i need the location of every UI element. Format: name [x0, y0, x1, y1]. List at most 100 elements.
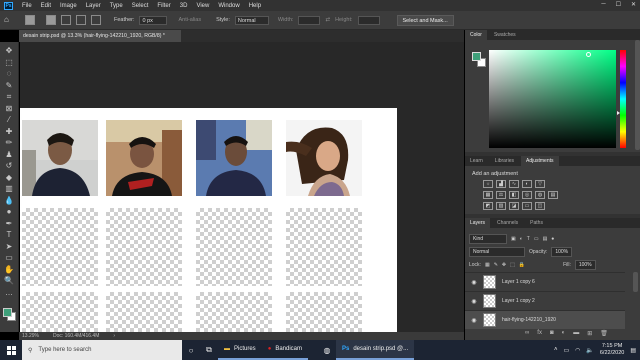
brush-tool-icon[interactable]: ✏ — [3, 137, 15, 149]
lock-artboard-icon[interactable]: ⬚ — [510, 262, 515, 268]
filter-pixel-icon[interactable]: ▣ — [511, 236, 516, 242]
eyedropper-tool-icon[interactable]: ⁄ — [3, 114, 15, 126]
threshold-icon[interactable]: ◪ — [509, 202, 519, 210]
new-selection-icon[interactable] — [46, 15, 56, 25]
tab-layers[interactable]: Layers — [465, 218, 491, 228]
color-field[interactable] — [489, 50, 616, 148]
start-button[interactable] — [0, 340, 22, 360]
volume-icon[interactable]: 🔈 — [586, 347, 593, 354]
menu-file[interactable]: File — [22, 3, 32, 9]
layer-kind-filter[interactable]: Kind — [469, 234, 507, 244]
lock-move-icon[interactable]: ✥ — [502, 262, 506, 268]
filter-type-icon[interactable]: T — [527, 236, 530, 242]
path-select-tool-icon[interactable]: ➤ — [3, 241, 15, 253]
taskbar-app-pictures[interactable]: ▬ Pictures — [218, 340, 262, 360]
feather-input[interactable]: 0 px — [139, 15, 168, 25]
canvas-area[interactable] — [20, 42, 464, 332]
layer-name[interactable]: Layer 1 copy 2 — [502, 298, 535, 304]
document-tab[interactable]: desain strip.psd @ 13.3% (hair-flying-14… — [19, 30, 181, 42]
menu-filter[interactable]: Filter — [157, 3, 170, 9]
clone-stamp-tool-icon[interactable]: ♟ — [3, 149, 15, 161]
lock-paint-icon[interactable]: ✎ — [494, 262, 498, 268]
menu-edit[interactable]: Edit — [41, 3, 51, 9]
tab-learn[interactable]: Learn — [465, 156, 488, 166]
style-select[interactable]: Normal — [234, 15, 269, 25]
crop-tool-icon[interactable]: ⌗ — [3, 91, 15, 103]
healing-brush-tool-icon[interactable]: ✚ — [3, 126, 15, 138]
visibility-eye-icon[interactable]: ◉ — [465, 317, 483, 324]
menu-window[interactable]: Window — [218, 3, 239, 9]
zoom-tool-icon[interactable]: 🔍 — [3, 275, 15, 287]
width-input[interactable] — [298, 15, 321, 25]
marquee-tool-icon[interactable]: ⬚ — [3, 57, 15, 69]
taskbar-search[interactable]: ⚲ Type here to search — [22, 340, 182, 360]
new-adjustment-icon[interactable]: ◐ — [562, 330, 566, 337]
home-icon[interactable]: ⌂ — [4, 15, 14, 25]
photo-filter-icon[interactable]: ◎ — [522, 191, 532, 199]
tab-swatches[interactable]: Swatches — [489, 30, 521, 40]
cortana-icon[interactable]: ○ — [182, 340, 200, 360]
color-balance-icon[interactable]: ⚖ — [496, 191, 506, 199]
minimize-icon[interactable]: ─ — [601, 1, 605, 8]
selective-color-icon[interactable]: ◫ — [535, 202, 545, 210]
type-tool-icon[interactable]: T — [3, 229, 15, 241]
visibility-eye-icon[interactable]: ◉ — [465, 298, 483, 305]
clock[interactable]: 7:15 PM 6/22/2020 — [600, 343, 624, 357]
layer-row[interactable]: ◉ Layer 1 copy 2 — [465, 291, 625, 310]
antialias-checkbox[interactable]: Anti-alias — [178, 17, 201, 23]
menu-select[interactable]: Select — [132, 3, 149, 9]
link-layers-icon[interactable]: ∞ — [525, 330, 529, 337]
network-icon[interactable]: ◠ — [575, 347, 580, 354]
posterize-icon[interactable]: ▨ — [496, 202, 506, 210]
new-layer-icon[interactable]: ⊞ — [587, 330, 592, 337]
tab-paths[interactable]: Paths — [525, 218, 548, 228]
opacity-input[interactable]: 100% — [551, 247, 573, 257]
panel-foreground-swatch[interactable] — [472, 52, 481, 61]
taskbar-app-photoshop[interactable]: Ps desain strip.psd @... — [336, 340, 415, 360]
layer-row-selected[interactable]: ◉ hair-flying-142210_1920 — [465, 310, 625, 329]
gradient-tool-icon[interactable]: ▥ — [3, 183, 15, 195]
filter-shape-icon[interactable]: ▭ — [534, 236, 539, 242]
frame-tool-icon[interactable]: ⊠ — [3, 103, 15, 115]
filter-adjust-icon[interactable]: ◐ — [520, 236, 523, 242]
menu-type[interactable]: Type — [110, 3, 123, 9]
layer-name[interactable]: Layer 1 copy 6 — [502, 279, 535, 285]
lasso-tool-icon[interactable]: ◌ — [3, 68, 15, 80]
filter-toggle-icon[interactable]: ● — [551, 236, 554, 242]
dodge-tool-icon[interactable]: ● — [3, 206, 15, 218]
swap-icon[interactable]: ⇄ — [325, 17, 330, 23]
subtract-selection-icon[interactable] — [76, 15, 86, 25]
blend-mode-select[interactable]: Normal — [469, 247, 525, 257]
status-arrow-icon[interactable]: › — [113, 333, 115, 339]
hue-saturation-icon[interactable]: ▦ — [483, 191, 493, 199]
layer-row[interactable]: ◉ Layer 1 copy 6 — [465, 272, 625, 291]
zoom-level[interactable]: 13.29% — [22, 333, 39, 339]
hue-slider-handle[interactable] — [617, 111, 620, 115]
hue-slider[interactable] — [620, 50, 626, 148]
panel-scrollbar[interactable] — [635, 40, 640, 150]
height-input[interactable] — [357, 15, 380, 25]
intersect-selection-icon[interactable] — [91, 15, 101, 25]
eraser-tool-icon[interactable]: ◆ — [3, 172, 15, 184]
blur-tool-icon[interactable]: 💧 — [3, 195, 15, 207]
tab-color[interactable]: Color — [465, 30, 487, 40]
lock-transparent-icon[interactable]: ▦ — [485, 262, 490, 268]
add-selection-icon[interactable] — [61, 15, 71, 25]
menu-layer[interactable]: Layer — [86, 3, 101, 9]
quick-select-tool-icon[interactable]: ✎ — [3, 80, 15, 92]
foreground-color-swatch[interactable] — [3, 308, 12, 317]
invert-icon[interactable]: ◩ — [483, 202, 493, 210]
select-and-mask-button[interactable]: Select and Mask... — [396, 14, 454, 26]
document-canvas[interactable] — [20, 108, 397, 332]
move-tool-icon[interactable]: ✥ — [3, 45, 15, 57]
maximize-icon[interactable]: ☐ — [616, 1, 621, 8]
menu-view[interactable]: View — [196, 3, 209, 9]
visibility-eye-icon[interactable]: ◉ — [465, 279, 483, 286]
gradient-map-icon[interactable]: ▭ — [522, 202, 532, 210]
menu-3d[interactable]: 3D — [180, 3, 188, 9]
add-mask-icon[interactable]: ◙ — [550, 330, 554, 337]
curves-icon[interactable]: ∿ — [509, 180, 519, 188]
taskbar-app-bandicam[interactable]: ● Bandicam — [261, 340, 308, 360]
battery-icon[interactable]: ▭ — [563, 347, 569, 354]
layer-style-icon[interactable]: fx — [537, 330, 542, 337]
